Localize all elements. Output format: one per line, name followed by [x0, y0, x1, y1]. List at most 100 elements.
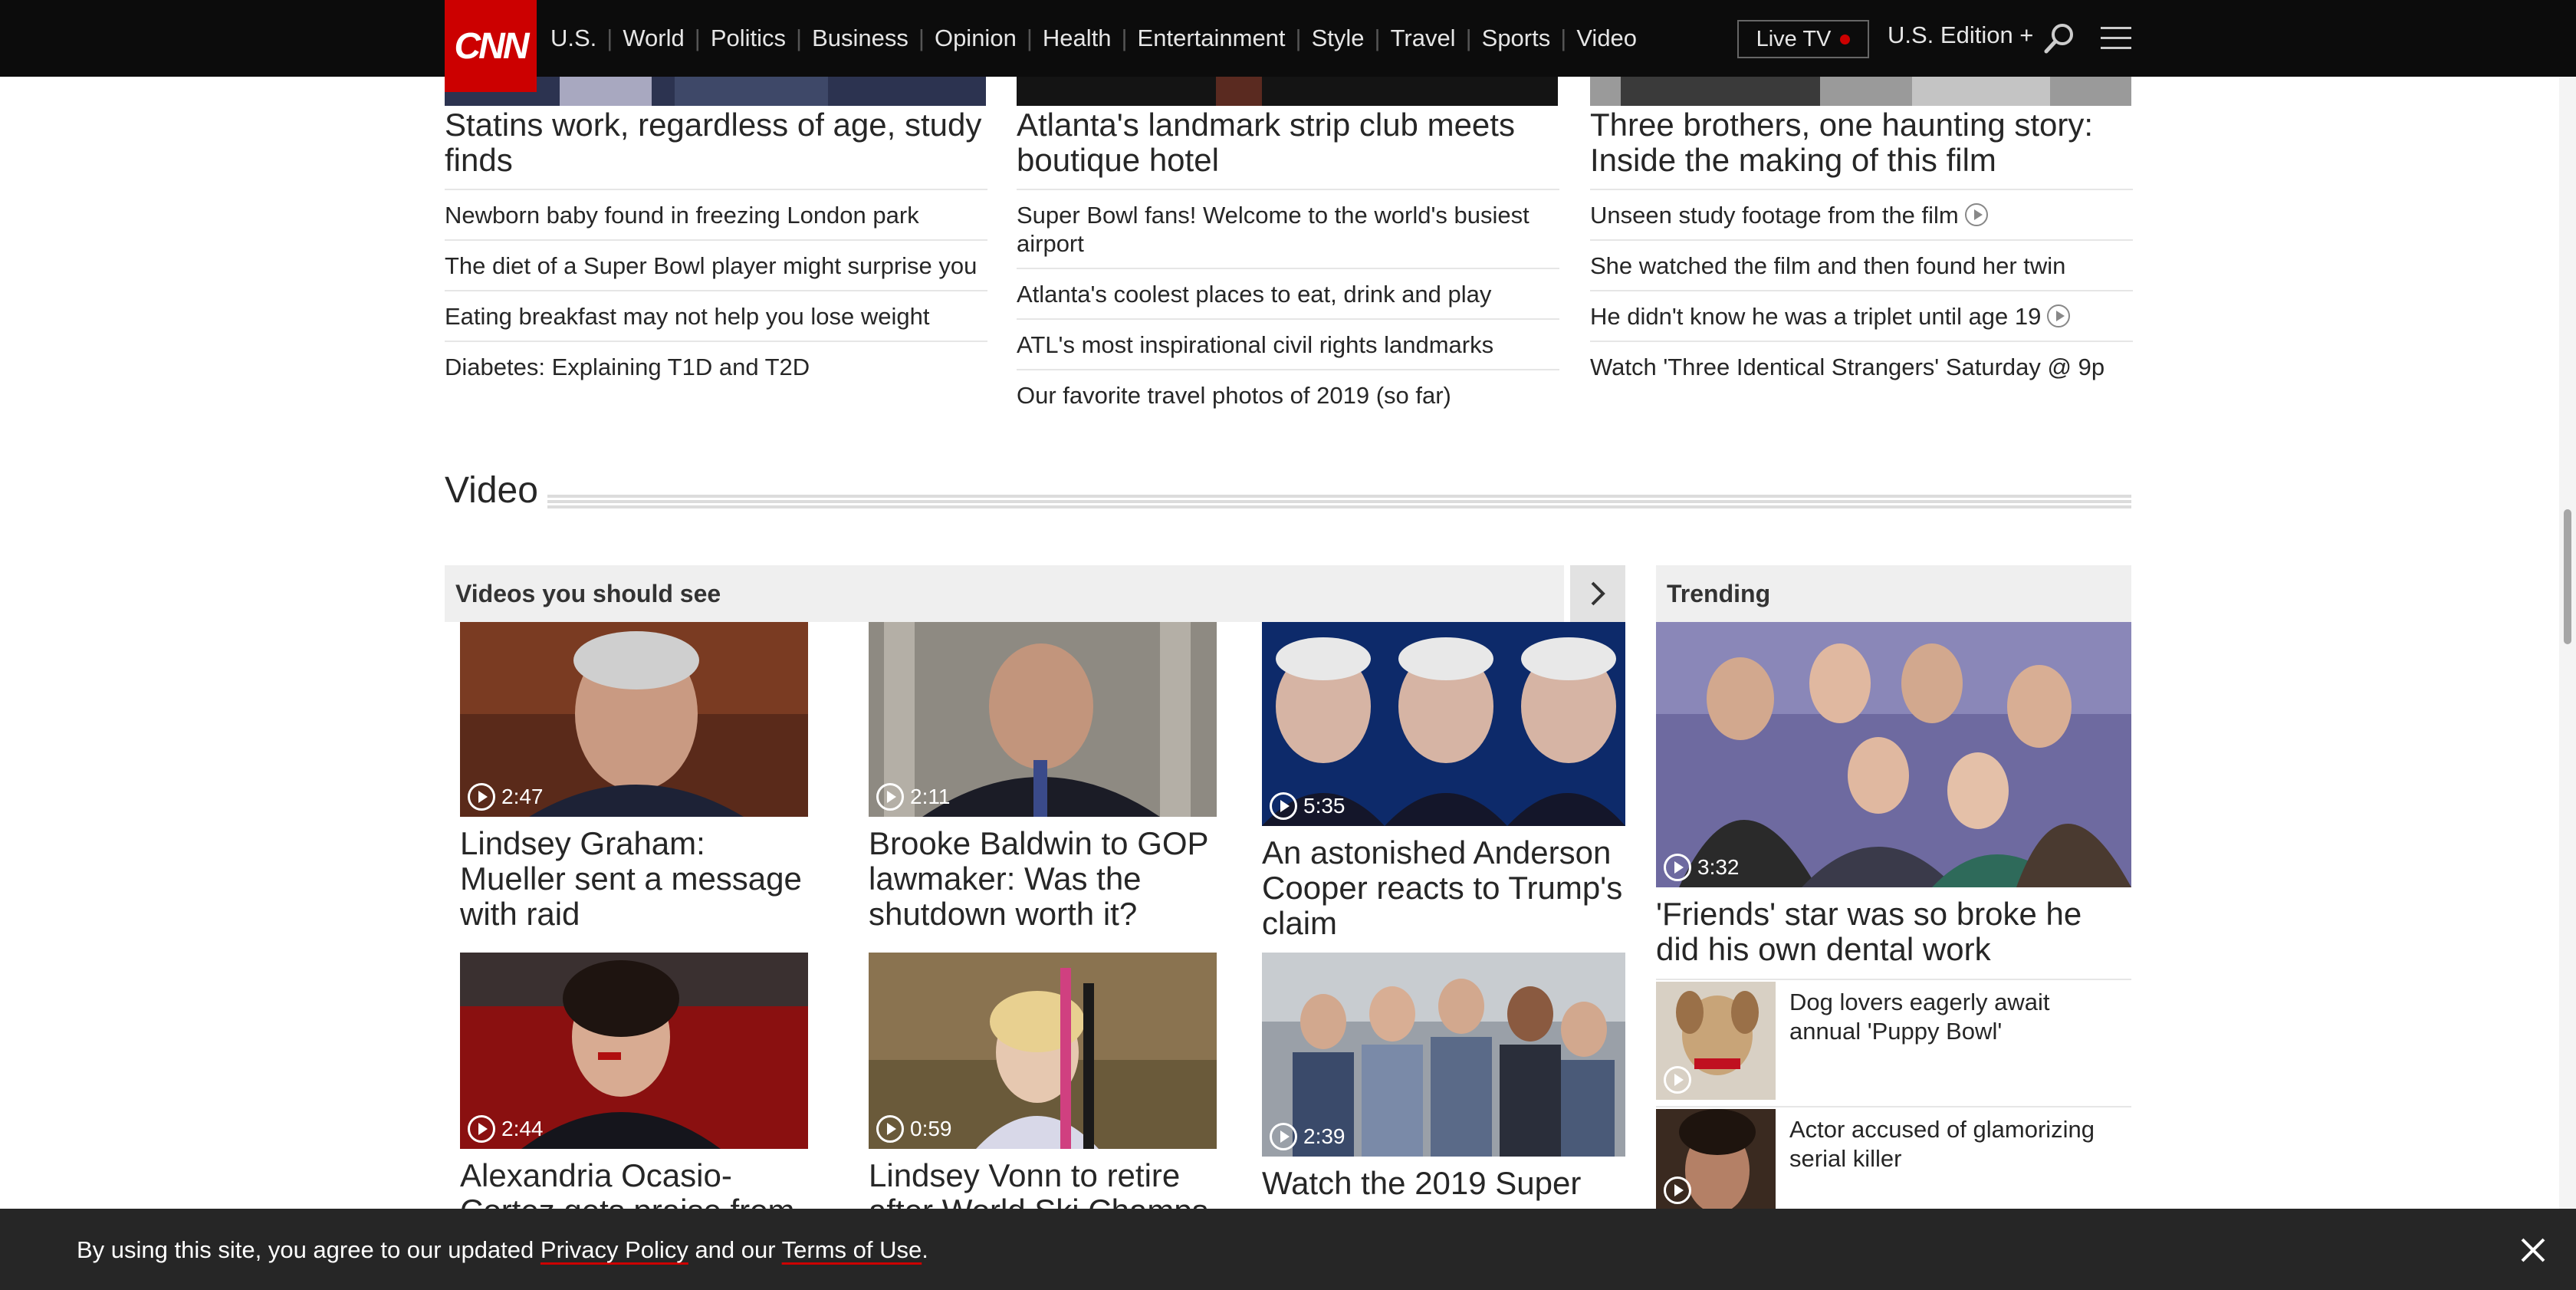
play-icon: [468, 783, 495, 811]
close-icon[interactable]: [2519, 1236, 2547, 1264]
video-card[interactable]: 2:47 Lindsey Graham: Mueller sent a mess…: [460, 622, 808, 932]
videos-zone-header: Videos you should see: [445, 565, 1564, 622]
video-card[interactable]: 0:59 Lindsey Vonn to retire after World …: [869, 953, 1217, 1229]
video-caption[interactable]: Brooke Baldwin to GOP lawmaker: Was the …: [869, 826, 1217, 932]
video-thumbnail[interactable]: 2:39: [1262, 953, 1625, 1157]
story-image[interactable]: [1590, 77, 2131, 106]
hamburger-menu-icon[interactable]: [2099, 25, 2133, 52]
list-item[interactable]: Watch 'Three Identical Strangers' Saturd…: [1590, 342, 2133, 391]
video-duration: 0:59: [876, 1115, 952, 1143]
play-icon: [1270, 1123, 1297, 1150]
video-caption[interactable]: 'Friends' star was so broke he did his o…: [1656, 897, 2131, 967]
nav-separator: |: [1121, 25, 1128, 51]
nav-us[interactable]: U.S.: [550, 25, 596, 52]
list-item[interactable]: Newborn baby found in freezing London pa…: [445, 190, 987, 241]
column-headline[interactable]: Statins work, regardless of age, study f…: [445, 107, 987, 190]
list-item[interactable]: The diet of a Super Bowl player might su…: [445, 241, 987, 291]
list-item[interactable]: Atlanta's coolest places to eat, drink a…: [1017, 269, 1559, 320]
trending-caption[interactable]: Actor accused of glamorizing serial kill…: [1789, 1115, 2127, 1173]
search-icon[interactable]: [2042, 21, 2076, 55]
play-icon: [1664, 1066, 1691, 1094]
video-card[interactable]: 2:44 Alexandria Ocasio-Cortez gets prais…: [460, 953, 808, 1229]
duration-text: 2:44: [501, 1117, 544, 1140]
nav-entertainment[interactable]: Entertainment: [1138, 25, 1286, 52]
video-thumbnail[interactable]: 2:47: [460, 622, 808, 817]
video-card[interactable]: 2:11 Brooke Baldwin to GOP lawmaker: Was…: [869, 622, 1217, 932]
nav-separator: |: [1560, 25, 1567, 51]
video-duration: 3:32: [1664, 854, 1740, 881]
list-item[interactable]: ATL's most inspirational civil rights la…: [1017, 320, 1559, 370]
video-thumbnail[interactable]: 2:44: [460, 953, 808, 1149]
live-dot-icon: [1840, 34, 1851, 44]
terms-of-use-link[interactable]: Terms of Use: [782, 1236, 922, 1263]
nav-health[interactable]: Health: [1043, 25, 1112, 52]
trending-list-item[interactable]: Actor accused of glamorizing serial kill…: [1656, 1106, 2131, 1210]
nav-politics[interactable]: Politics: [711, 25, 786, 52]
consent-prefix: By using this site, you agree to our upd…: [77, 1236, 540, 1263]
film-column: Three brothers, one haunting story: Insi…: [1590, 107, 2133, 391]
duration-text: 5:35: [1303, 794, 1346, 818]
trending-title: Trending: [1667, 579, 1771, 607]
story-image[interactable]: [1017, 77, 1558, 106]
video-caption[interactable]: An astonished Anderson Cooper reacts to …: [1262, 835, 1625, 941]
video-duration: 2:39: [1270, 1123, 1346, 1150]
list-item[interactable]: Unseen study footage from the film: [1590, 190, 2133, 241]
video-duration: 2:11: [876, 783, 950, 811]
cookie-consent-bar: By using this site, you agree to our upd…: [0, 1209, 2576, 1290]
trending-caption[interactable]: Dog lovers eagerly await annual 'Puppy B…: [1789, 988, 2127, 1046]
trending-list-item[interactable]: Dog lovers eagerly await annual 'Puppy B…: [1656, 979, 2131, 1101]
video-thumbnail[interactable]: [1656, 982, 1776, 1100]
trending-feature-card[interactable]: 3:32 'Friends' star was so broke he did …: [1656, 622, 2131, 967]
privacy-policy-link[interactable]: Privacy Policy: [540, 1236, 688, 1263]
video-thumbnail[interactable]: [1656, 1109, 1776, 1210]
scrollbar-thumb[interactable]: [2564, 509, 2571, 644]
travel-column: Atlanta's landmark strip club meets bout…: [1017, 107, 1559, 420]
video-thumbnail[interactable]: 5:35: [1262, 622, 1625, 826]
video-caption[interactable]: Watch the 2019 Super: [1262, 1166, 1625, 1201]
live-tv-button[interactable]: Live TV: [1737, 20, 1869, 58]
link-text: He didn't know he was a triplet until ag…: [1590, 303, 2042, 330]
next-videos-button[interactable]: [1570, 565, 1625, 622]
nav-separator: |: [1295, 25, 1302, 51]
video-thumbnail[interactable]: 2:11: [869, 622, 1217, 817]
video-card[interactable]: 5:35 An astonished Anderson Cooper react…: [1262, 622, 1625, 941]
video-section-title[interactable]: Video: [445, 469, 538, 512]
nav-style[interactable]: Style: [1312, 25, 1365, 52]
video-play-icon: [2047, 304, 2071, 327]
play-icon: [468, 1115, 495, 1143]
list-item[interactable]: Our favorite travel photos of 2019 (so f…: [1017, 370, 1559, 420]
nav-separator: |: [694, 25, 701, 51]
video-thumbnail-image: [1656, 622, 2131, 887]
nav-business[interactable]: Business: [812, 25, 909, 52]
video-caption[interactable]: Lindsey Graham: Mueller sent a message w…: [460, 826, 808, 932]
list-item[interactable]: Eating breakfast may not help you lose w…: [445, 291, 987, 342]
play-icon: [876, 783, 904, 811]
nav-travel[interactable]: Travel: [1391, 25, 1456, 52]
list-item[interactable]: Diabetes: Explaining T1D and T2D: [445, 342, 987, 391]
list-item[interactable]: He didn't know he was a triplet until ag…: [1590, 291, 2133, 342]
link-text: She watched the film and then found her …: [1590, 252, 2066, 279]
nav-video[interactable]: Video: [1576, 25, 1637, 52]
nav-separator: |: [1465, 25, 1472, 51]
list-item[interactable]: She watched the film and then found her …: [1590, 241, 2133, 291]
play-icon: [876, 1115, 904, 1143]
nav-world[interactable]: World: [623, 25, 684, 52]
video-thumbnail[interactable]: 0:59: [869, 953, 1217, 1149]
column-headline[interactable]: Atlanta's landmark strip club meets bout…: [1017, 107, 1559, 190]
video-thumbnail[interactable]: 3:32: [1656, 622, 2131, 887]
section-divider: [547, 495, 2131, 508]
nav-sports[interactable]: Sports: [1482, 25, 1551, 52]
nav-separator: |: [918, 25, 925, 51]
duration-text: 2:11: [910, 785, 951, 808]
column-headline[interactable]: Three brothers, one haunting story: Insi…: [1590, 107, 2133, 190]
cnn-logo[interactable]: CNN: [445, 0, 537, 92]
link-list: Newborn baby found in freezing London pa…: [445, 190, 987, 391]
link-list: Unseen study footage from the film She w…: [1590, 190, 2133, 391]
video-duration: [1664, 1176, 1691, 1204]
nav-opinion[interactable]: Opinion: [935, 25, 1017, 52]
list-item[interactable]: Super Bowl fans! Welcome to the world's …: [1017, 190, 1559, 269]
main-nav: U.S. | World | Politics | Business | Opinion…: [550, 0, 1637, 77]
page-scrollbar[interactable]: [2559, 0, 2576, 1290]
video-card[interactable]: 2:39 Watch the 2019 Super: [1262, 953, 1625, 1201]
edition-selector[interactable]: U.S. Edition +: [1888, 21, 2033, 49]
